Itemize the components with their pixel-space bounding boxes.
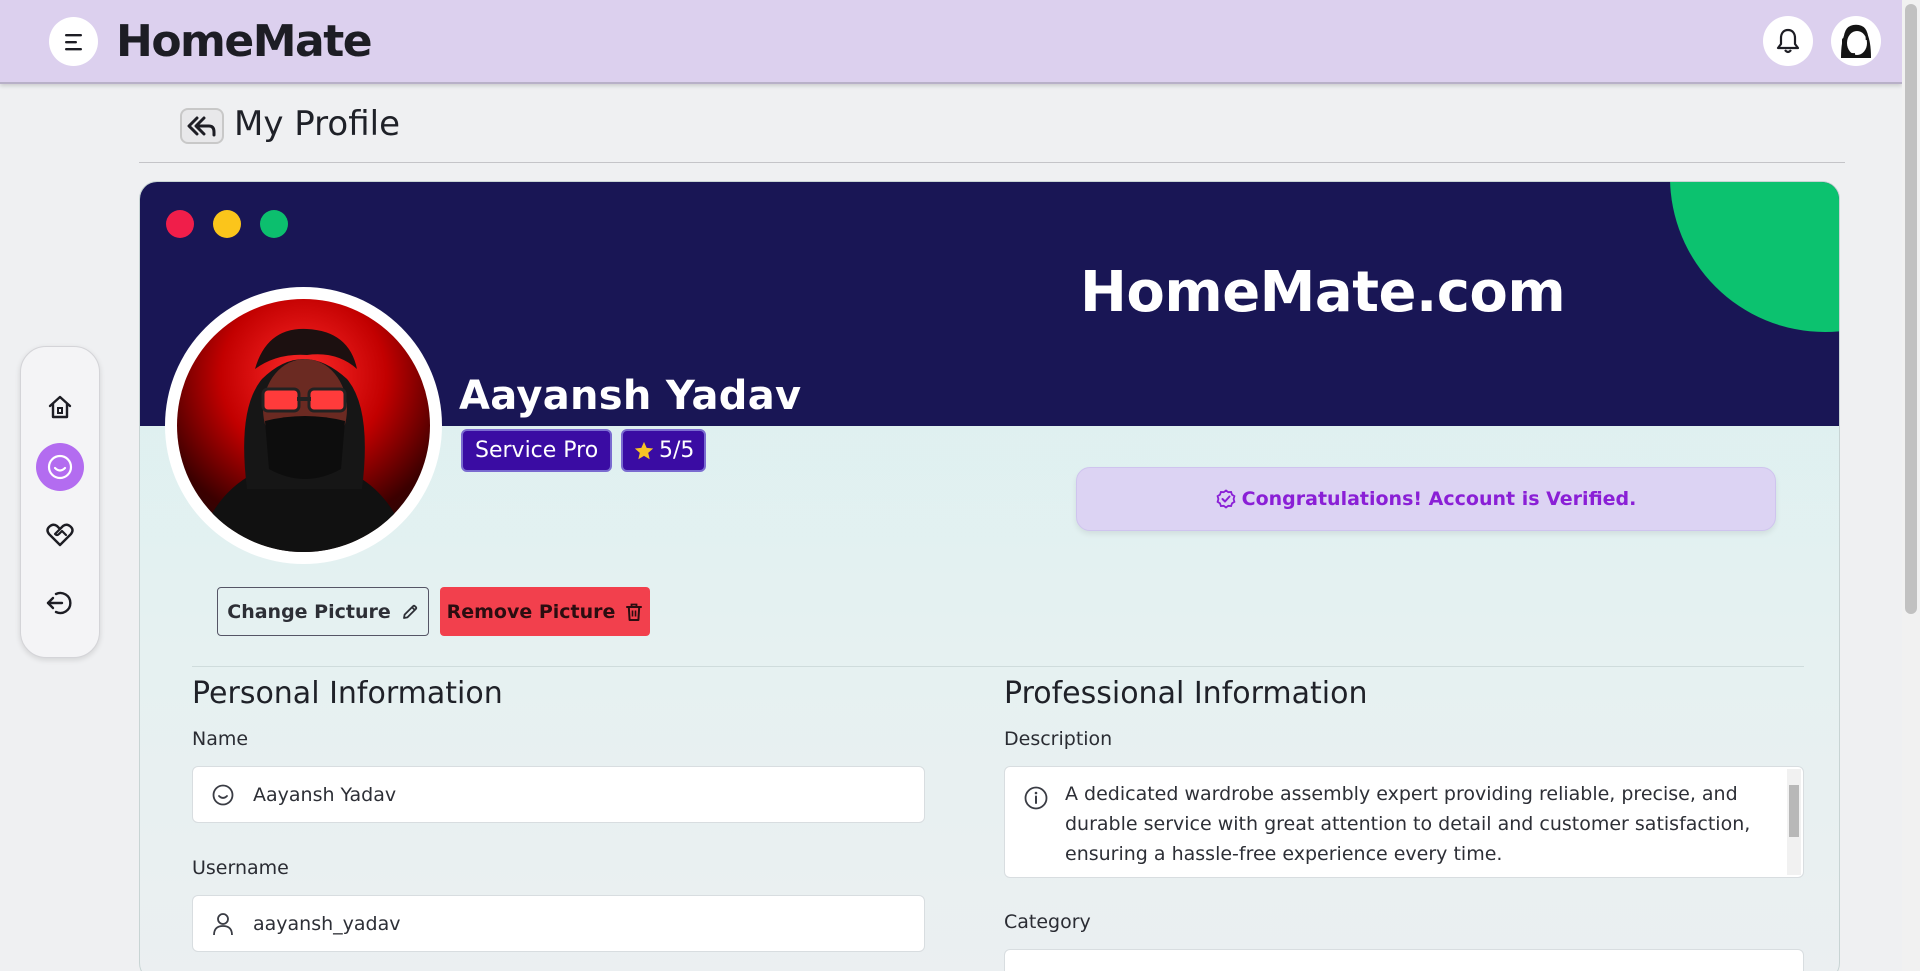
- user-icon: [213, 912, 233, 935]
- page-scrollbar[interactable]: [1902, 0, 1920, 971]
- name-field-icon-wrap: [193, 783, 253, 807]
- notifications-button[interactable]: [1763, 16, 1813, 66]
- nav-logout[interactable]: [36, 579, 84, 627]
- description-scrollbar[interactable]: [1787, 769, 1801, 875]
- smile-icon: [212, 784, 234, 805]
- role-badge-label: Service Pro: [475, 438, 599, 463]
- trash-icon: [626, 603, 643, 621]
- banner-site-title: HomeMate.com: [1080, 260, 1566, 325]
- change-picture-label: Change Picture: [227, 600, 391, 623]
- username-field[interactable]: aayansh_yadav: [192, 895, 925, 952]
- verified-check-icon: [1216, 489, 1236, 509]
- page-scrollbar-thumb[interactable]: [1905, 4, 1917, 614]
- back-button[interactable]: [180, 108, 224, 144]
- username-field-value: aayansh_yadav: [253, 912, 401, 935]
- role-badge: Service Pro: [461, 429, 613, 472]
- back-arrow-icon: [187, 116, 216, 137]
- change-picture-button[interactable]: Change Picture: [217, 587, 429, 636]
- pencil-icon: [402, 604, 417, 619]
- heart-handshake-icon: [46, 523, 74, 547]
- bell-icon: [1776, 28, 1800, 54]
- brand-logo[interactable]: HomeMate: [116, 16, 373, 67]
- profile-photo-frame: [165, 287, 442, 564]
- username-field-icon-wrap: [193, 911, 253, 937]
- username-label: Username: [192, 857, 289, 879]
- remove-picture-label: Remove Picture: [446, 600, 616, 623]
- profile-name: Aayansh Yadav: [459, 373, 802, 419]
- nav-home[interactable]: [36, 383, 84, 431]
- side-navigation: [20, 346, 100, 658]
- verified-message: Congratulations! Account is Verified.: [1241, 488, 1637, 510]
- profile-photo: [177, 299, 430, 552]
- nav-profile[interactable]: [36, 443, 84, 491]
- description-scrollbar-thumb[interactable]: [1789, 785, 1799, 837]
- description-label: Description: [1004, 728, 1113, 750]
- rating-value: 5/5: [659, 438, 695, 463]
- name-field-value: Aayansh Yadav: [253, 783, 397, 806]
- profile-photo-image: [197, 328, 410, 552]
- verified-banner: Congratulations! Account is Verified.: [1076, 467, 1776, 531]
- category-field[interactable]: [1004, 949, 1804, 971]
- professional-section-divider: [1004, 666, 1804, 667]
- smile-icon: [47, 454, 73, 480]
- personal-section-divider: [192, 666, 1062, 667]
- star-icon: [634, 441, 654, 459]
- title-divider: [139, 162, 1845, 163]
- category-label: Category: [1004, 911, 1091, 933]
- description-field[interactable]: A dedicated wardrobe assembly expert pro…: [1004, 766, 1804, 878]
- window-dot-green: [260, 210, 288, 238]
- support-agent-icon: [1834, 19, 1878, 63]
- logout-icon: [46, 591, 72, 615]
- profile-card: HomeMate.com Aayansh Yadav Service Pro 5…: [139, 181, 1840, 971]
- name-label: Name: [192, 728, 249, 750]
- menu-button[interactable]: [49, 17, 98, 66]
- description-field-value: A dedicated wardrobe assembly expert pro…: [1065, 783, 1751, 865]
- menu-icon: [64, 33, 82, 50]
- rating-badge: 5/5: [621, 429, 707, 472]
- decorative-circle: [1670, 182, 1839, 332]
- support-avatar-button[interactable]: [1831, 16, 1881, 66]
- info-icon: [1024, 786, 1048, 810]
- info-icon-wrap: [1023, 785, 1049, 815]
- remove-picture-button[interactable]: Remove Picture: [440, 587, 650, 636]
- home-icon: [48, 395, 72, 419]
- name-field[interactable]: Aayansh Yadav: [192, 766, 925, 823]
- page-title: My Profile: [234, 104, 400, 144]
- nav-services[interactable]: [36, 511, 84, 559]
- window-dot-red: [166, 210, 194, 238]
- professional-section-title: Professional Information: [1004, 676, 1368, 711]
- window-dot-yellow: [213, 210, 241, 238]
- personal-section-title: Personal Information: [192, 676, 503, 711]
- top-bar: HomeMate: [0, 0, 1902, 84]
